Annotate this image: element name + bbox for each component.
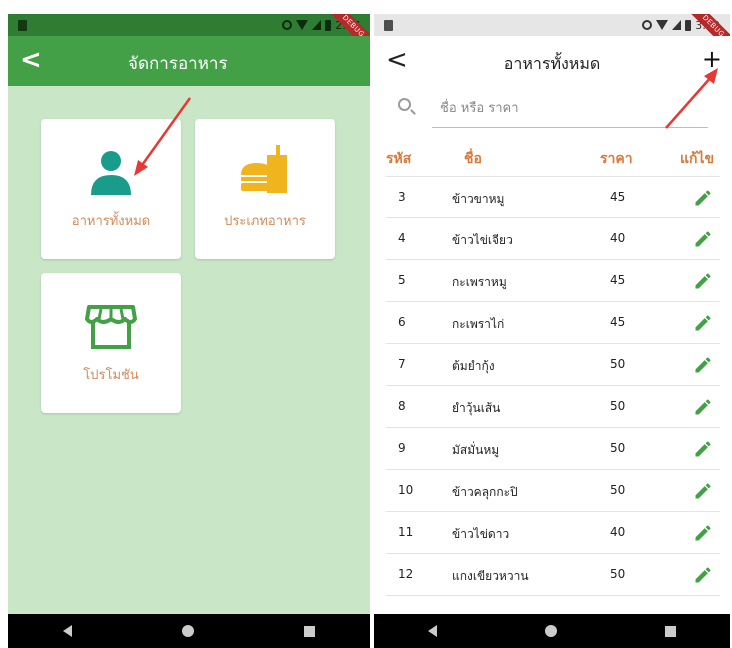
left-screen: 2:07 DEBUG < จัดการอาหาร อาหารทั้งหมด ปร… [8, 14, 370, 648]
edit-icon[interactable] [693, 397, 713, 417]
search-input[interactable] [432, 90, 708, 128]
card-label: อาหารทั้งหมด [71, 214, 151, 229]
table-row: 6 กะเพราไก่ 45 [386, 302, 720, 344]
cell-name: ต้มยำกุ้ง [452, 359, 495, 373]
sync-icon [282, 20, 293, 30]
cell-id: 12 [398, 567, 414, 581]
cell-id: 7 [398, 357, 406, 371]
cell-id: 5 [398, 273, 406, 287]
table-row: 3 ข้าวขาหมู 45 [386, 176, 720, 218]
nav-home-icon[interactable] [182, 625, 194, 637]
nav-bar [8, 614, 370, 648]
cell-price: 45 [610, 190, 626, 204]
sd-card-icon [384, 19, 393, 31]
storefront-icon [85, 305, 137, 349]
signal-icon [672, 20, 682, 30]
edit-icon[interactable] [693, 481, 713, 501]
cell-name: ข้าวไข่ดาว [452, 527, 510, 541]
battery-icon [685, 19, 692, 31]
cell-price: 45 [610, 273, 626, 287]
page-title: จัดการอาหาร [128, 54, 228, 74]
signal-icon [312, 20, 322, 30]
wifi-icon [296, 20, 309, 30]
edit-icon[interactable] [693, 229, 713, 249]
food-table: 3 ข้าวขาหมู 45 4 ข้าวไข่เจียว 40 5 กะเพราหมู 45 6… [386, 176, 720, 596]
card-all-food[interactable]: อาหารทั้งหมด [41, 119, 181, 259]
person-icon [91, 151, 131, 195]
cell-name: กะเพราหมู [452, 275, 507, 289]
edit-icon[interactable] [693, 313, 713, 333]
nav-home-icon[interactable] [545, 625, 557, 637]
cell-id: 6 [398, 315, 406, 329]
cell-name: ข้าวไข่เจียว [452, 233, 513, 247]
nav-back-icon[interactable] [63, 625, 72, 637]
table-row: 12 แกงเขียวหวาน 50 [386, 554, 720, 596]
cell-price: 50 [610, 483, 626, 497]
edit-icon[interactable] [693, 355, 713, 375]
card-label: โปรโมชัน [83, 368, 139, 383]
cell-price: 50 [610, 567, 626, 581]
page-title: อาหารทั้งหมด [503, 54, 601, 73]
cell-id: 3 [398, 190, 406, 204]
edit-icon[interactable] [693, 271, 713, 291]
wifi-icon [656, 20, 669, 30]
edit-icon[interactable] [693, 188, 713, 208]
status-bar: 2:07 [8, 14, 370, 36]
card-promotion[interactable]: โปรโมชัน [41, 273, 181, 413]
add-button[interactable]: + [702, 45, 722, 73]
cell-name: ข้าวขาหมู [452, 192, 505, 206]
table-row: 10 ข้าวคลุกกะปิ 50 [386, 470, 720, 512]
table-row: 11 ข้าวไข่ดาว 40 [386, 512, 720, 554]
cell-id: 4 [398, 231, 406, 245]
header-name: ชื่อ [464, 151, 482, 167]
back-arrow-icon[interactable]: < [20, 45, 42, 75]
edit-icon[interactable] [693, 523, 713, 543]
cell-name: ข้าวคลุกกะปิ [452, 485, 518, 499]
nav-recent-icon[interactable] [665, 625, 676, 637]
cell-id: 9 [398, 441, 406, 455]
table-row: 7 ต้มยำกุ้ง 50 [386, 344, 720, 386]
cell-price: 40 [610, 525, 626, 539]
cell-name: มัสมั่นหมู [452, 443, 500, 457]
cell-name: แกงเขียวหวาน [452, 569, 529, 583]
fastfood-icon [241, 145, 287, 193]
search-bar [394, 90, 710, 130]
cell-id: 8 [398, 399, 406, 413]
edit-icon[interactable] [693, 439, 713, 459]
cell-price: 50 [610, 399, 626, 413]
app-bar: < จัดการอาหาร [8, 36, 370, 86]
table-row: 5 กะเพราหมู 45 [386, 260, 720, 302]
cell-price: 50 [610, 357, 626, 371]
cell-id: 11 [398, 525, 414, 539]
cell-price: 50 [610, 441, 626, 455]
edit-icon[interactable] [693, 565, 713, 585]
cell-name: ยำวุ้นเส้น [452, 401, 501, 415]
cell-price: 40 [610, 231, 626, 245]
nav-back-icon[interactable] [428, 625, 437, 637]
cell-name: กะเพราไก่ [452, 317, 505, 331]
sd-card-icon [18, 19, 27, 31]
nav-recent-icon[interactable] [304, 625, 315, 637]
battery-icon [325, 19, 332, 31]
table-row: 9 มัสมั่นหมู 50 [386, 428, 720, 470]
header-price: ราคา [600, 151, 633, 167]
cell-price: 45 [610, 315, 626, 329]
header-id: รหัส [386, 151, 412, 167]
header-edit: แก้ไข [680, 151, 715, 167]
cell-id: 10 [398, 483, 414, 497]
sync-icon [642, 20, 653, 30]
table-row: 8 ยำวุ้นเส้น 50 [386, 386, 720, 428]
status-bar: 3:09 [374, 14, 730, 36]
card-food-category[interactable]: ประเภทอาหาร [195, 119, 335, 259]
app-bar: < อาหารทั้งหมด + [374, 36, 730, 86]
nav-bar [374, 614, 730, 648]
right-screen: 3:09 DEBUG < อาหารทั้งหมด + รหัส ชื่อ รา… [374, 14, 730, 648]
search-icon [398, 98, 411, 111]
card-label: ประเภทอาหาร [224, 214, 306, 229]
table-row: 4 ข้าวไข่เจียว 40 [386, 218, 720, 260]
